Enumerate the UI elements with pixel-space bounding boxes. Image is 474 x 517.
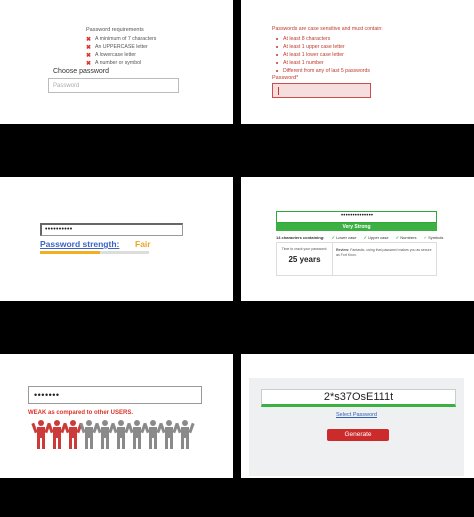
check-label: Lower case bbox=[336, 235, 357, 240]
panel-password-requirements: Password requirements ✖ A minimum of 7 ch… bbox=[0, 0, 233, 124]
person-icon bbox=[143, 420, 163, 450]
review-text: Review: Fantastic, using that password m… bbox=[336, 248, 432, 258]
person-icon bbox=[111, 420, 131, 450]
check-label: Numbers bbox=[400, 235, 417, 240]
panel-weak-comparison: ••••••• WEAK as compared to other USERS. bbox=[0, 354, 233, 478]
person-icon bbox=[31, 420, 51, 450]
x-mark-icon: ✖ bbox=[86, 36, 92, 43]
requirement-item: ✖ An UPPERCASE letter bbox=[86, 44, 148, 51]
person-icon bbox=[159, 420, 179, 450]
rule-item: At least 8 characters bbox=[276, 35, 370, 43]
requirement-item: ✖ A number or symbol bbox=[86, 60, 142, 67]
generated-password-field[interactable]: 2*s37OsE111t bbox=[261, 389, 456, 407]
person-icon bbox=[175, 420, 195, 450]
check-icon: ✔ bbox=[423, 235, 427, 240]
x-mark-icon: ✖ bbox=[86, 60, 92, 67]
chars-label: 14 characters containing: bbox=[276, 235, 325, 240]
rules-list: At least 8 characters At least 1 upper c… bbox=[276, 35, 370, 75]
rules-heading: Passwords are case sensitive and must co… bbox=[272, 26, 383, 32]
panel-strength-fair: •••••••••• Password strength: Fair bbox=[0, 177, 233, 301]
password-placeholder: Password bbox=[53, 83, 80, 89]
password-input[interactable]: Password bbox=[48, 78, 179, 93]
bullet-icon bbox=[276, 54, 278, 56]
rule-item: Different from any of last 5 passwords bbox=[276, 67, 370, 75]
password-input[interactable]: •••••••••• bbox=[40, 223, 183, 236]
review-label: Review: bbox=[336, 248, 350, 252]
masked-password: •••••••••••••• bbox=[341, 213, 374, 219]
panel-password-rules-error: Passwords are case sensitive and must co… bbox=[241, 0, 474, 124]
check-label: Symbols bbox=[428, 235, 444, 240]
requirements-title: Password requirements bbox=[86, 27, 144, 33]
crack-time-box: Time to crack your password: 25 years Re… bbox=[276, 242, 437, 276]
person-icon bbox=[79, 420, 99, 450]
rule-item: At least 1 number bbox=[276, 59, 370, 67]
rule-item: At least 1 upper case letter bbox=[276, 43, 370, 51]
password-strength-label: Password strength: bbox=[40, 239, 120, 249]
x-mark-icon: ✖ bbox=[86, 44, 92, 51]
bullet-icon bbox=[276, 46, 278, 48]
requirements-list: ✖ A minimum of 7 characters ✖ An UPPERCASE… bbox=[86, 35, 156, 67]
strength-meter-fill bbox=[40, 251, 100, 254]
requirement-item: ✖ A lowercase letter bbox=[86, 52, 136, 59]
choose-password-label: Choose password bbox=[53, 68, 110, 75]
check-icon: ✔ bbox=[331, 235, 335, 240]
password-input[interactable]: ••••••• bbox=[28, 386, 202, 404]
bullet-icon bbox=[276, 70, 278, 72]
bullet-icon bbox=[276, 62, 278, 64]
password-input-error[interactable] bbox=[272, 83, 371, 98]
crack-time-value: 25 years bbox=[288, 255, 321, 264]
strength-meter bbox=[40, 251, 149, 254]
generate-button[interactable]: Generate bbox=[327, 429, 389, 441]
person-icon bbox=[63, 420, 83, 450]
strength-banner: Very Strong bbox=[276, 223, 437, 231]
crack-time-label: Time to crack your password: bbox=[281, 247, 328, 251]
rule-item: At least 1 lower case letter bbox=[276, 51, 370, 59]
crack-time-column: Time to crack your password: 25 years bbox=[277, 243, 333, 275]
strength-widget: •••••••••••••• Very Strong 14 characters… bbox=[275, 208, 443, 280]
x-mark-icon: ✖ bbox=[86, 52, 92, 59]
weak-comparison-text: WEAK as compared to other USERS. bbox=[28, 410, 134, 416]
user-comparison-icons bbox=[31, 420, 195, 450]
masked-password: •••••••••• bbox=[45, 226, 73, 233]
password-label: Password* bbox=[272, 75, 299, 81]
check-label: Upper case bbox=[368, 235, 389, 240]
check-icon: ✔ bbox=[395, 235, 400, 240]
bullet-icon bbox=[276, 38, 278, 40]
person-icon bbox=[127, 420, 147, 450]
panel-strength-very-strong: •••••••••••••• Very Strong 14 characters… bbox=[241, 177, 474, 301]
text-caret bbox=[278, 87, 279, 95]
review-body: Fantastic, using that password makes you… bbox=[336, 248, 432, 257]
panel-password-generator: 2*s37OsE111t Select Password Generate bbox=[241, 354, 474, 478]
generator-card: 2*s37OsE111t Select Password Generate bbox=[249, 378, 464, 476]
character-summary: 14 characters containing: ✔ Lower case ✔… bbox=[276, 235, 443, 240]
check-icon: ✔ bbox=[363, 235, 368, 240]
strength-value: Fair bbox=[135, 239, 151, 249]
password-input[interactable]: •••••••••••••• bbox=[276, 211, 437, 223]
select-password-link[interactable]: Select Password bbox=[249, 412, 464, 418]
requirement-item: ✖ A minimum of 7 characters bbox=[86, 36, 157, 43]
person-icon bbox=[95, 420, 115, 450]
person-icon bbox=[47, 420, 67, 450]
masked-password: ••••••• bbox=[34, 390, 60, 400]
